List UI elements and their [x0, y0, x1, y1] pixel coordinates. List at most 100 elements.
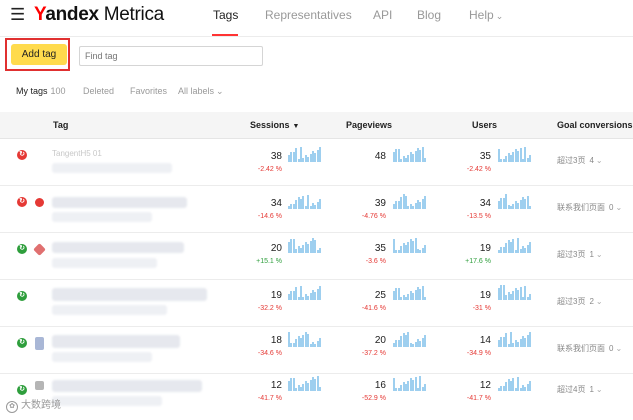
- tag-name[interactable]: TangentH5 01: [52, 149, 102, 158]
- users-value: 34: [479, 198, 491, 209]
- sparkline-bar: [529, 155, 532, 162]
- pageviews-value: 35: [374, 243, 386, 254]
- nav-tags[interactable]: Tags: [213, 8, 238, 22]
- sessions-change: +15.1 %: [256, 258, 282, 265]
- chevron-down-icon: ⌄: [216, 86, 224, 96]
- filter-all-labels[interactable]: All labels ⌄: [178, 86, 224, 97]
- add-tag-button[interactable]: Add tag: [11, 44, 67, 65]
- sparkline-bar: [319, 286, 322, 300]
- column-pageviews[interactable]: Pageviews: [346, 120, 392, 130]
- pageviews-value: 39: [374, 198, 386, 209]
- table-row[interactable]: ↻ 19 -32.2 % 25 -41.6 % 19 -31 % 超过3页 2 ⌄: [0, 280, 633, 327]
- goal-count: 2: [589, 297, 594, 306]
- chevron-down-icon: ⌄: [595, 250, 603, 259]
- goal-count: 0: [609, 203, 614, 212]
- sessions-sparkline: [288, 286, 322, 300]
- goal-selector[interactable]: 超过4页 1 ⌄: [557, 384, 603, 395]
- watermark-text: 大数跨境: [21, 400, 61, 411]
- nav-help-label: Help: [469, 8, 494, 22]
- filter-deleted[interactable]: Deleted: [83, 86, 114, 96]
- pageviews-sparkline: [393, 238, 427, 253]
- filter-favorites[interactable]: Favorites: [130, 86, 167, 96]
- sparkline-bar: [424, 158, 427, 162]
- pageviews-change: -4.76 %: [361, 213, 386, 220]
- column-sessions-label: Sessions: [250, 120, 290, 130]
- goal-selector[interactable]: 联系我们页面 0 ⌄: [557, 343, 622, 354]
- hamburger-menu-icon[interactable]: ☰: [10, 6, 25, 23]
- blurred-tag-name: [52, 335, 180, 348]
- chevron-down-icon: ⌄: [595, 385, 603, 394]
- sparkline-bar: [319, 387, 322, 391]
- table-row[interactable]: ↻ 20 +15.1 % 35 -3.6 % 19 +17.6 % 超过3页 1 ⌄: [0, 233, 633, 280]
- nav-api[interactable]: API: [373, 8, 392, 22]
- nav-help[interactable]: Help ⌄: [469, 8, 503, 22]
- table-row[interactable]: ↻ 34 -14.6 % 39 -4.76 % 34 -13.5 % 联系我们页…: [0, 186, 633, 233]
- sessions-change: -14.6 %: [257, 213, 282, 220]
- logo-product: Metrica: [103, 4, 165, 25]
- users-change: -41.7 %: [466, 395, 491, 402]
- column-users[interactable]: Users: [472, 120, 497, 130]
- top-navigation: ☰ Yandex Metrica Tags Representatives AP…: [0, 0, 633, 37]
- column-tag[interactable]: Tag: [53, 120, 68, 130]
- goal-selector[interactable]: 联系我们页面 0 ⌄: [557, 202, 622, 213]
- tag-type-icon: [35, 198, 44, 207]
- sessions-change: -32.2 %: [257, 305, 282, 312]
- chevron-down-icon: ⌄: [615, 344, 623, 353]
- sparkline-bar: [424, 245, 427, 253]
- users-value: 19: [479, 290, 491, 301]
- table-row[interactable]: ↻ 12 -41.7 % 16 -52.9 % 12 -41.7 % 超过4页 1…: [0, 374, 633, 420]
- sessions-sparkline: [288, 238, 322, 253]
- column-goal-conversions[interactable]: Goal conversions: [557, 120, 633, 130]
- pageviews-change: -37.2 %: [361, 350, 386, 357]
- sort-desc-icon: ▼: [292, 123, 300, 130]
- watermark: ✿ 大数跨境: [6, 396, 61, 413]
- sparkline-bar: [529, 206, 532, 209]
- filter-my-tags[interactable]: My tags 100: [16, 86, 66, 96]
- users-sparkline: [498, 238, 532, 253]
- blurred-tag-details: [52, 396, 162, 406]
- pageviews-value: 16: [374, 380, 386, 391]
- table-row[interactable]: ↻ TangentH5 01 38 -2.42 % 48 35 -2.42 % …: [0, 139, 633, 186]
- blurred-tag-name: [52, 242, 184, 253]
- users-value: 35: [479, 151, 491, 162]
- chevron-down-icon: ⌄: [595, 156, 603, 165]
- column-sessions[interactable]: Sessions ▼: [250, 120, 299, 130]
- pageviews-sparkline: [393, 147, 427, 162]
- table-row[interactable]: ↻ 18 -34.6 % 20 -37.2 % 14 -34.9 % 联系我们页…: [0, 327, 633, 374]
- sparkline-bar: [319, 338, 322, 347]
- logo-brand: andex: [45, 4, 99, 25]
- nav-representatives[interactable]: Representatives: [265, 8, 352, 22]
- goal-selector[interactable]: 超过3页 4 ⌄: [557, 155, 603, 166]
- goal-selector[interactable]: 超过3页 1 ⌄: [557, 249, 603, 260]
- tag-type-icon: [33, 243, 46, 256]
- sessions-sparkline: [288, 195, 322, 209]
- goal-count: 4: [589, 156, 594, 165]
- sessions-sparkline: [288, 376, 322, 391]
- sparkline-bar: [424, 196, 427, 209]
- sparkline-bar: [529, 294, 532, 300]
- chevron-down-icon: ⌄: [495, 11, 504, 21]
- find-tag-input[interactable]: [79, 46, 263, 66]
- nav-blog[interactable]: Blog: [417, 8, 441, 22]
- blurred-tag-name: [52, 197, 187, 208]
- sparkline-bar: [319, 248, 322, 253]
- users-change: -31 %: [472, 305, 491, 312]
- status-error-icon: ↻: [17, 150, 27, 160]
- pageviews-change: -41.6 %: [361, 305, 386, 312]
- goal-name: 超过4页: [557, 385, 586, 394]
- yandex-metrica-logo[interactable]: Yandex Metrica: [34, 4, 164, 26]
- pageviews-value: 25: [374, 290, 386, 301]
- sessions-value: 20: [270, 243, 282, 254]
- sessions-sparkline: [288, 332, 322, 347]
- sessions-value: 19: [270, 290, 282, 301]
- sessions-value: 38: [270, 151, 282, 162]
- chevron-down-icon: ⌄: [615, 203, 623, 212]
- sessions-value: 12: [270, 380, 282, 391]
- pageviews-sparkline: [393, 194, 427, 209]
- goal-count: 0: [609, 344, 614, 353]
- goal-selector[interactable]: 超过3页 2 ⌄: [557, 296, 603, 307]
- pageviews-sparkline: [393, 286, 427, 300]
- pageviews-sparkline: [393, 376, 427, 391]
- goal-count: 1: [589, 385, 594, 394]
- status-ok-icon: ↻: [17, 244, 27, 254]
